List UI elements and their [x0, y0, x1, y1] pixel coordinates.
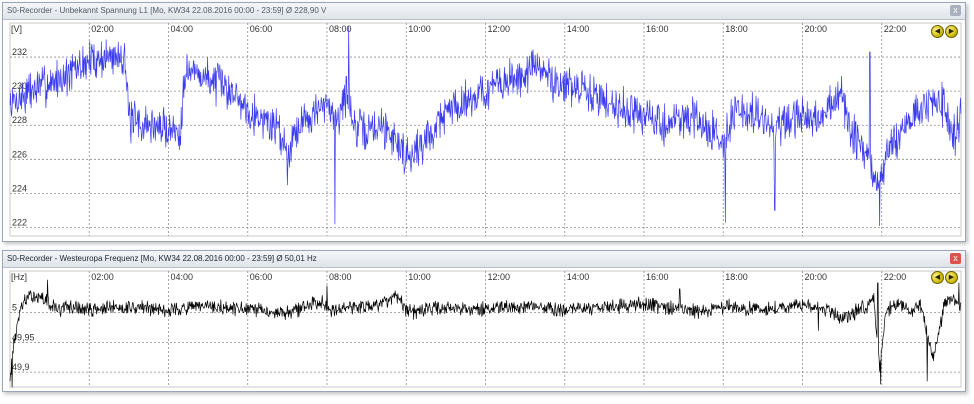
voltage-y-tick-label: 226: [12, 149, 27, 159]
voltage-x-tick-label: 18:00: [725, 24, 748, 34]
frequency-chart-title: S0-Recorder - Westeuropa Frequenz [Mo, K…: [7, 254, 317, 263]
frequency-x-tick-label: 10:00: [408, 272, 431, 282]
nav-next-icon[interactable]: ▶: [945, 25, 958, 38]
frequency-x-tick-label: 12:00: [488, 272, 511, 282]
voltage-chart-title: S0-Recorder - Unbekannt Spannung L1 [Mo,…: [7, 6, 327, 15]
frequency-chart-titlebar[interactable]: S0-Recorder - Westeuropa Frequenz [Mo, K…: [3, 251, 965, 268]
nav-prev-icon[interactable]: ◀: [931, 271, 944, 284]
voltage-y-tick-label: 228: [12, 115, 27, 125]
frequency-y-tick-label: 49,9: [12, 362, 30, 372]
voltage-x-tick-label: 14:00: [567, 24, 590, 34]
close-icon[interactable]: x: [950, 5, 961, 16]
frequency-x-tick-label: 02:00: [91, 272, 114, 282]
nav-prev-icon[interactable]: ◀: [931, 25, 944, 38]
frequency-x-tick-label: 22:00: [884, 272, 907, 282]
frequency-y-tick-label: 5: [12, 303, 17, 313]
voltage-y-tick-label: 224: [12, 183, 27, 193]
frequency-x-tick-label: 18:00: [725, 272, 748, 282]
voltage-y-tick-label: 232: [12, 47, 27, 57]
frequency-y-axis-label: [Hz]: [11, 272, 27, 282]
voltage-x-tick-label: 20:00: [805, 24, 828, 34]
voltage-y-axis-label: [V]: [11, 24, 22, 34]
frequency-x-tick-label: 04:00: [171, 272, 194, 282]
close-icon[interactable]: x: [950, 253, 961, 264]
voltage-chart-window: S0-Recorder - Unbekannt Spannung L1 [Mo,…: [2, 2, 966, 242]
frequency-chart-plot: 02:00 04:00 06:00 08:00 10:00 12:00 14:00 16:00…: [9, 270, 962, 388]
frequency-x-tick-label: 06:00: [250, 272, 273, 282]
voltage-x-tick-label: 02:00: [91, 24, 114, 34]
frequency-x-tick-label: 20:00: [805, 272, 828, 282]
voltage-chart-titlebar[interactable]: S0-Recorder - Unbekannt Spannung L1 [Mo,…: [3, 3, 965, 20]
voltage-x-tick-label: 08:00: [329, 24, 352, 34]
voltage-x-tick-label: 22:00: [884, 24, 907, 34]
frequency-x-tick-label: 08:00: [329, 272, 352, 282]
voltage-x-tick-label: 04:00: [171, 24, 194, 34]
voltage-x-tick-label: 06:00: [250, 24, 273, 34]
voltage-y-tick-label: 222: [12, 217, 27, 227]
voltage-x-tick-label: 12:00: [488, 24, 511, 34]
nav-next-icon[interactable]: ▶: [945, 271, 958, 284]
voltage-chart-plot: 02:00 04:00 06:00 08:00 10:00 12:00 14:00 16:00…: [9, 22, 962, 237]
voltage-x-tick-label: 16:00: [646, 24, 669, 34]
frequency-chart-window: S0-Recorder - Westeuropa Frequenz [Mo, K…: [2, 250, 966, 392]
frequency-x-tick-label: 14:00: [567, 272, 590, 282]
frequency-x-tick-label: 16:00: [646, 272, 669, 282]
voltage-x-tick-label: 10:00: [408, 24, 431, 34]
